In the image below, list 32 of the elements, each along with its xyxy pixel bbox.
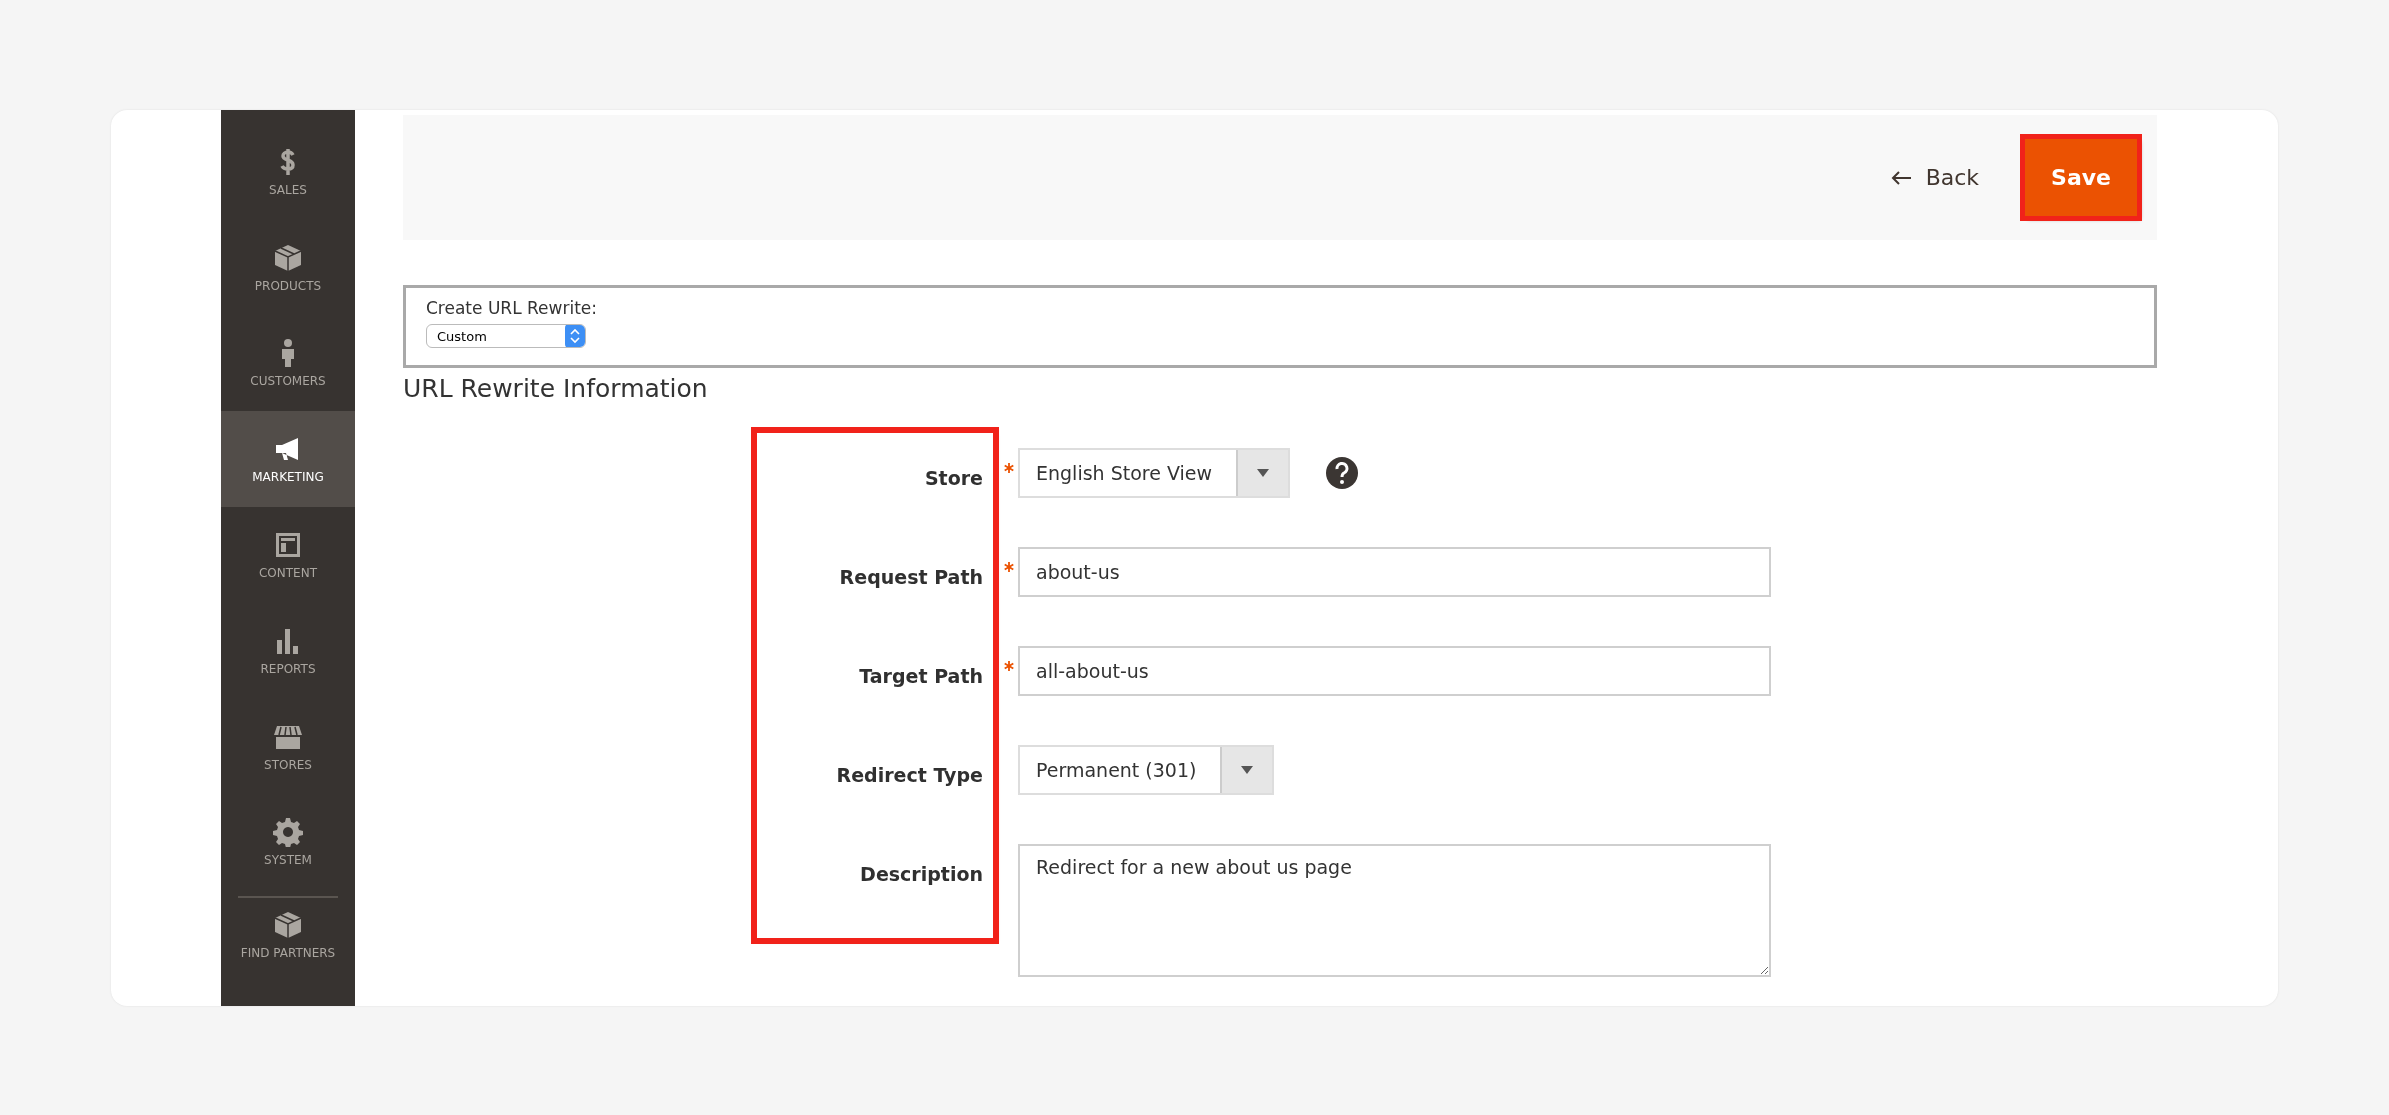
field-label: Description <box>860 863 983 885</box>
sidebar-item[interactable]: PRODUCTS <box>221 219 355 316</box>
sidebar-item[interactable]: REPORTS <box>221 602 355 699</box>
field-label: Store <box>924 467 983 489</box>
sidebar-item[interactable]: SYSTEM <box>221 794 355 891</box>
box-icon <box>273 910 303 941</box>
help-icon[interactable] <box>1326 457 1358 489</box>
field-label: Request Path <box>839 566 983 588</box>
select-field[interactable]: English Store View <box>1018 448 1290 498</box>
arrow-left-icon <box>1889 169 1912 186</box>
gear-icon <box>273 817 303 848</box>
sidebar-item[interactable]: FIND PARTNERS <box>238 896 338 1006</box>
sidebar-item[interactable]: CUSTOMERS <box>221 315 355 412</box>
sidebar-item[interactable]: CONTENT <box>221 507 355 603</box>
select-field[interactable]: Permanent (301) <box>1018 745 1275 795</box>
back-button[interactable]: Back <box>1883 164 1986 191</box>
sidebar-item[interactable]: SALES <box>221 124 355 220</box>
field-label: Create URL Rewrite: <box>426 298 598 318</box>
type-select[interactable]: Custom <box>426 324 586 348</box>
field-label: Target Path <box>859 665 983 687</box>
sidebar-item[interactable]: MARKETING <box>221 411 355 508</box>
stepper-icon <box>565 325 585 347</box>
box-icon <box>273 242 303 273</box>
section-title: URL Rewrite Information <box>403 374 709 403</box>
layout-icon <box>273 530 303 560</box>
sidebar-item[interactable]: STORES <box>221 698 355 795</box>
input-field[interactable]: all-about-us <box>1018 646 1771 696</box>
field-label: Redirect Type <box>836 764 983 786</box>
caret-icon <box>1257 469 1269 477</box>
caret-icon <box>1241 766 1254 774</box>
text-area[interactable]: Redirect for a new about us page <box>1018 844 1771 977</box>
input-field[interactable]: about-us <box>1018 547 1771 597</box>
